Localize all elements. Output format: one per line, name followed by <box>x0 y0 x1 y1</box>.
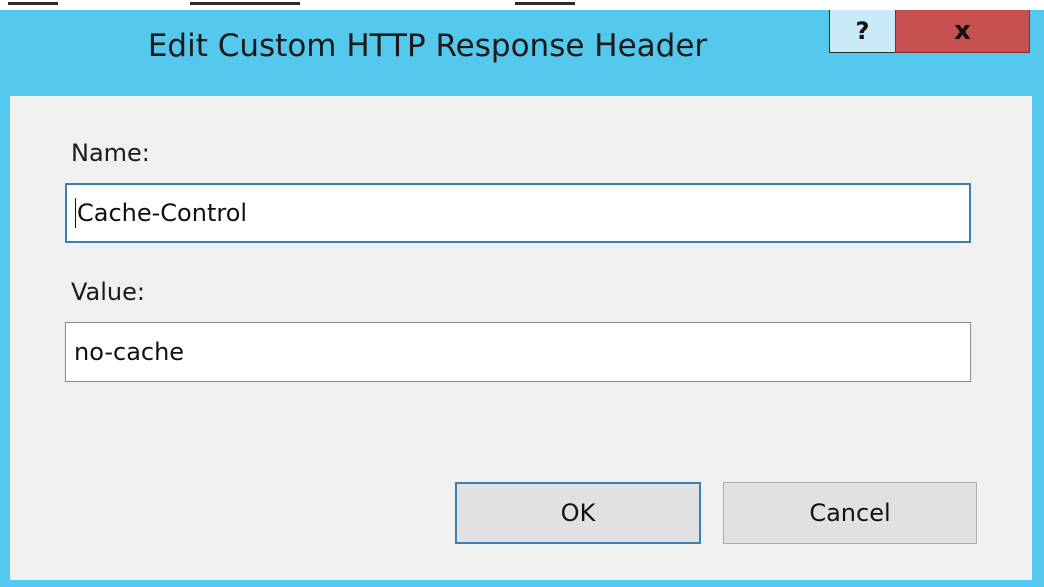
value-label: Value: <box>71 278 145 306</box>
background-text-fragment <box>8 2 58 5</box>
close-icon: x <box>954 16 971 46</box>
background-text-fragment <box>515 2 575 5</box>
value-field-value: no-cache <box>74 338 185 366</box>
dialog-window: Edit Custom HTTP Response Header ? x Nam… <box>0 10 1044 587</box>
ok-button[interactable]: OK <box>455 482 701 544</box>
background-text-fragment <box>190 2 300 5</box>
name-field[interactable]: Cache-Control <box>65 183 971 243</box>
help-icon: ? <box>855 17 870 45</box>
ok-button-label: OK <box>560 499 596 527</box>
cancel-button-label: Cancel <box>809 499 891 527</box>
name-field-value: Cache-Control <box>77 199 248 227</box>
dialog-client-area: Name: Cache-Control Value: no-cache OK C… <box>10 96 1032 580</box>
value-field[interactable]: no-cache <box>65 322 971 382</box>
name-label: Name: <box>71 139 150 167</box>
background-window-strip <box>0 0 1044 10</box>
cancel-button[interactable]: Cancel <box>723 482 977 544</box>
close-button[interactable]: x <box>895 10 1030 53</box>
text-caret <box>75 198 76 228</box>
dialog-title: Edit Custom HTTP Response Header <box>147 28 708 64</box>
help-button[interactable]: ? <box>829 10 896 53</box>
